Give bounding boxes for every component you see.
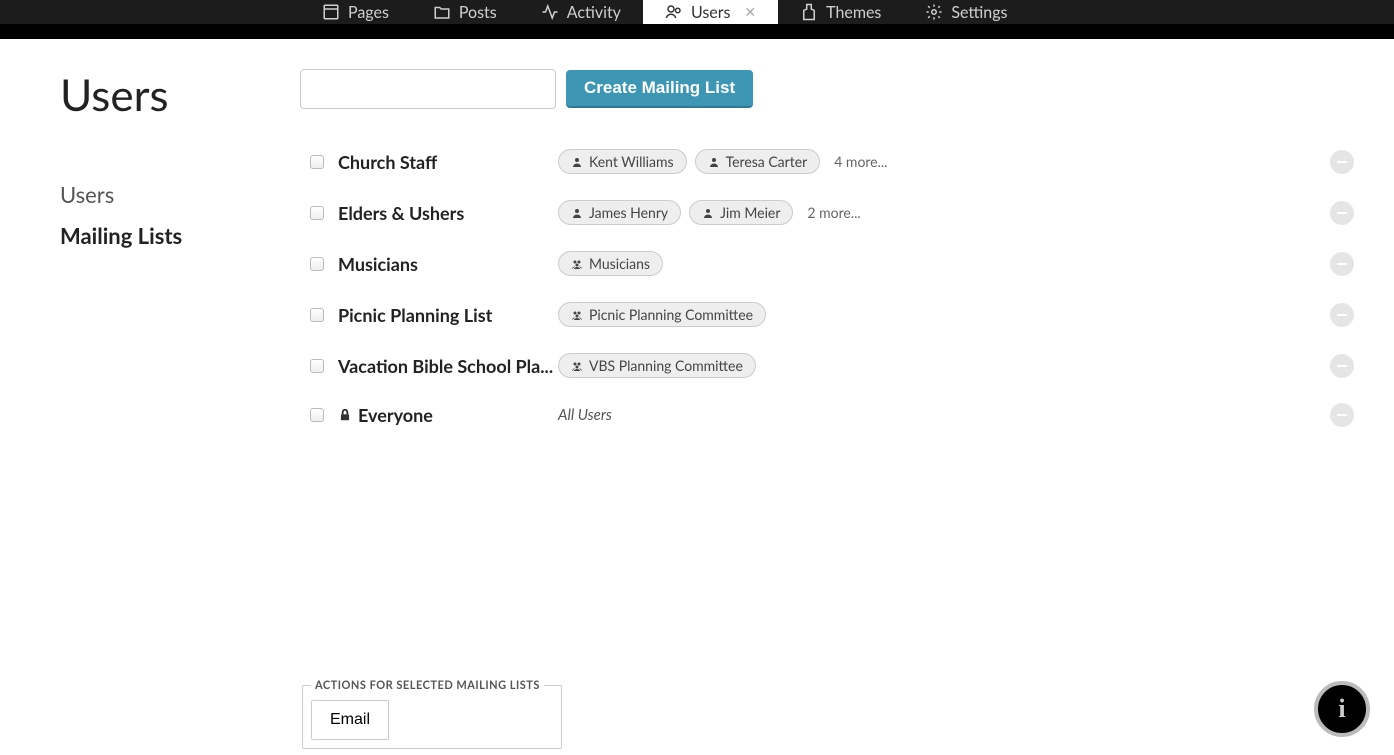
row-name[interactable]: Everyone bbox=[338, 404, 558, 426]
row-checkbox[interactable] bbox=[310, 359, 324, 373]
person-icon bbox=[571, 156, 583, 168]
mailing-list-row: Musicians Musicians bbox=[300, 241, 1354, 292]
more-count[interactable]: 4 more... bbox=[834, 153, 887, 170]
row-name-label: Elders & Ushers bbox=[338, 202, 464, 224]
group-chip[interactable]: Musicians bbox=[558, 251, 663, 276]
second-bar bbox=[0, 24, 1394, 39]
actions-legend: ACTIONS FOR SELECTED MAILING LISTS bbox=[311, 679, 544, 692]
nav-tab-label: Themes bbox=[826, 3, 881, 22]
group-icon bbox=[571, 309, 583, 321]
row-name[interactable]: Musicians bbox=[338, 253, 558, 275]
remove-row-button[interactable] bbox=[1330, 354, 1354, 378]
chip-label: Teresa Carter bbox=[726, 153, 808, 170]
row-checkbox[interactable] bbox=[310, 155, 324, 169]
nav-tab-users[interactable]: Users ✕ bbox=[643, 0, 778, 24]
row-name-label: Vacation Bible School Pla... bbox=[338, 355, 553, 377]
nav-tab-label: Settings bbox=[951, 3, 1007, 22]
group-icon bbox=[571, 258, 583, 270]
folder-icon bbox=[433, 3, 451, 21]
actions-box: ACTIONS FOR SELECTED MAILING LISTS Email bbox=[302, 679, 562, 749]
chip-label: VBS Planning Committee bbox=[589, 357, 743, 374]
create-mailing-list-button[interactable]: Create Mailing List bbox=[566, 70, 753, 108]
row-members: VBS Planning Committee bbox=[558, 353, 1354, 378]
row-name[interactable]: Vacation Bible School Pla... bbox=[338, 355, 558, 377]
mailing-list-row: Everyone All Users bbox=[300, 394, 1354, 442]
person-icon bbox=[702, 207, 714, 219]
row-members: Picnic Planning Committee bbox=[558, 302, 1354, 327]
nav-tab-themes[interactable]: Themes bbox=[778, 0, 903, 24]
main: Create Mailing List Church Staff Kent Wil… bbox=[300, 69, 1394, 442]
row-name-label: Musicians bbox=[338, 253, 418, 275]
more-count[interactable]: 2 more... bbox=[807, 204, 860, 221]
close-icon[interactable]: ✕ bbox=[744, 3, 756, 21]
chip-label: Jim Meier bbox=[720, 204, 780, 221]
gear-icon bbox=[925, 3, 943, 21]
person-icon bbox=[708, 156, 720, 168]
row-members: James Henry Jim Meier 2 more... bbox=[558, 200, 1354, 225]
activity-icon bbox=[541, 3, 559, 21]
nav-tab-activity[interactable]: Activity bbox=[519, 0, 643, 24]
row-checkbox[interactable] bbox=[310, 308, 324, 322]
mailing-list-row: Picnic Planning List Picnic Planning Comm… bbox=[300, 292, 1354, 343]
mailing-list-row: Church Staff Kent Williams Teresa Carter 4 … bbox=[300, 139, 1354, 190]
person-icon bbox=[571, 207, 583, 219]
remove-row-button[interactable] bbox=[1330, 201, 1354, 225]
row-members: All Users bbox=[558, 406, 1354, 424]
page-icon bbox=[322, 3, 340, 21]
user-chip[interactable]: James Henry bbox=[558, 200, 681, 225]
actions-fieldset: ACTIONS FOR SELECTED MAILING LISTS Email bbox=[302, 679, 562, 749]
remove-row-button[interactable] bbox=[1330, 150, 1354, 174]
page-title: Users bbox=[60, 69, 300, 121]
theme-icon bbox=[800, 3, 818, 21]
row-members: Kent Williams Teresa Carter 4 more... bbox=[558, 149, 1354, 174]
remove-row-button[interactable] bbox=[1330, 303, 1354, 327]
chip-label: James Henry bbox=[589, 204, 668, 221]
create-row: Create Mailing List bbox=[300, 69, 1354, 109]
new-list-name-input[interactable] bbox=[300, 69, 556, 109]
user-chip[interactable]: Jim Meier bbox=[689, 200, 793, 225]
nav-tab-posts[interactable]: Posts bbox=[411, 0, 519, 24]
row-name[interactable]: Picnic Planning List bbox=[338, 304, 558, 326]
row-members: Musicians bbox=[558, 251, 1354, 276]
mailing-list-row: Elders & Ushers James Henry Jim Meier 2 mor… bbox=[300, 190, 1354, 241]
row-checkbox[interactable] bbox=[310, 408, 324, 422]
remove-row-button[interactable] bbox=[1330, 252, 1354, 276]
group-chip[interactable]: VBS Planning Committee bbox=[558, 353, 756, 378]
nav-tab-label: Pages bbox=[348, 3, 389, 22]
remove-row-button[interactable] bbox=[1330, 403, 1354, 427]
user-chip[interactable]: Kent Williams bbox=[558, 149, 687, 174]
row-checkbox[interactable] bbox=[310, 206, 324, 220]
users-icon bbox=[665, 3, 683, 21]
top-nav: Pages Posts Activity Users ✕ Themes Sett… bbox=[0, 0, 1394, 24]
chip-label: Kent Williams bbox=[589, 153, 674, 170]
nav-tab-settings[interactable]: Settings bbox=[903, 0, 1029, 24]
all-users-label: All Users bbox=[558, 406, 612, 424]
row-name-label: Church Staff bbox=[338, 151, 437, 173]
chip-label: Picnic Planning Committee bbox=[589, 306, 753, 323]
row-checkbox[interactable] bbox=[310, 257, 324, 271]
nav-tab-pages[interactable]: Pages bbox=[300, 0, 411, 24]
nav-tab-label: Posts bbox=[459, 3, 497, 22]
mailing-list-row: Vacation Bible School Pla... VBS Planning… bbox=[300, 343, 1354, 394]
email-action-button[interactable]: Email bbox=[311, 700, 389, 740]
sidebar-item-users[interactable]: Users bbox=[60, 181, 300, 208]
info-icon: i bbox=[1338, 694, 1345, 724]
group-chip[interactable]: Picnic Planning Committee bbox=[558, 302, 766, 327]
sidebar-item-mailing-lists[interactable]: Mailing Lists bbox=[60, 222, 300, 249]
group-icon bbox=[571, 360, 583, 372]
info-fab[interactable]: i bbox=[1314, 681, 1370, 737]
chip-label: Musicians bbox=[589, 255, 650, 272]
user-chip[interactable]: Teresa Carter bbox=[695, 149, 821, 174]
lock-icon bbox=[338, 408, 352, 422]
nav-tab-label: Activity bbox=[567, 3, 621, 22]
nav-tab-label: Users bbox=[691, 3, 730, 22]
row-name[interactable]: Elders & Ushers bbox=[338, 202, 558, 224]
row-name[interactable]: Church Staff bbox=[338, 151, 558, 173]
sidebar: Users Users Mailing Lists bbox=[60, 69, 300, 442]
row-name-label: Picnic Planning List bbox=[338, 304, 492, 326]
row-name-label: Everyone bbox=[358, 404, 433, 426]
